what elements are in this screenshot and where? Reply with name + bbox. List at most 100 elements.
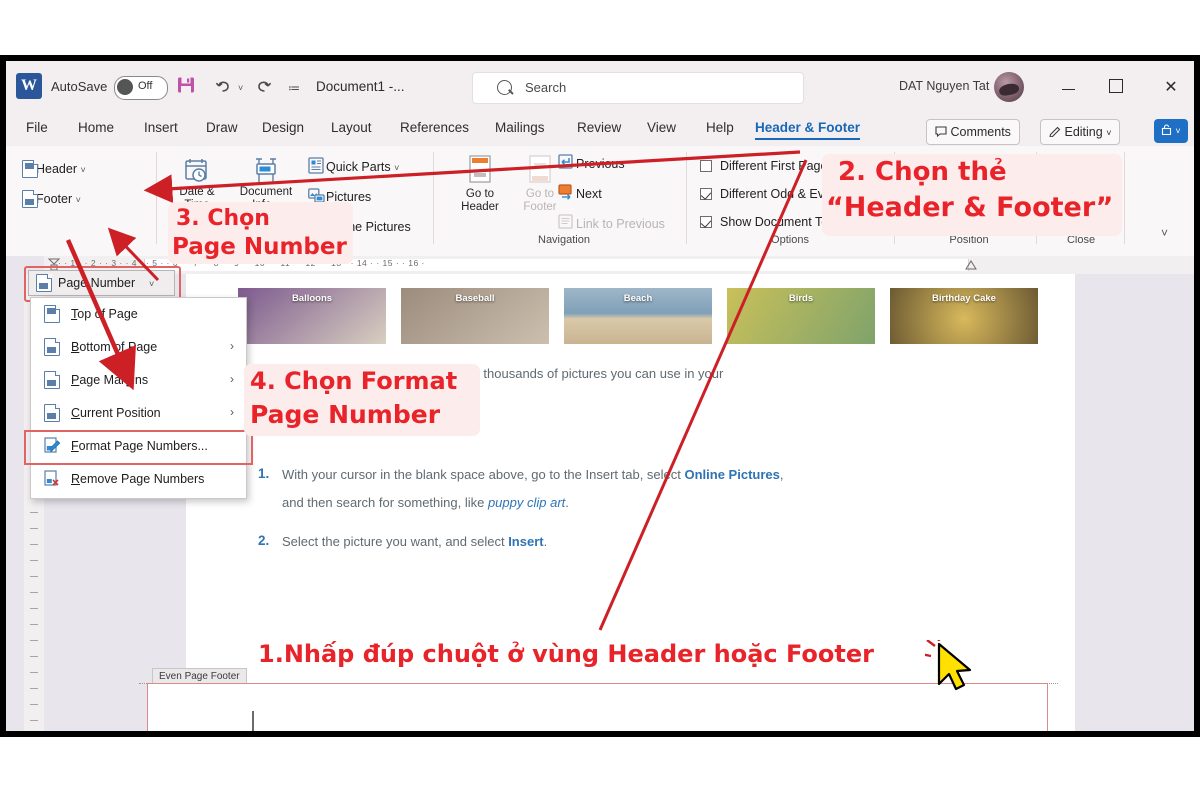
list-2-bold: Insert bbox=[508, 534, 544, 549]
undo-icon[interactable] bbox=[214, 77, 233, 101]
list-2-text-b: . bbox=[543, 534, 548, 549]
nav-next-button[interactable]: Next bbox=[558, 184, 602, 201]
menu-item-top-of-page[interactable]: TTop of Pageop of Page bbox=[31, 298, 246, 331]
save-icon[interactable] bbox=[176, 75, 196, 95]
quick-parts-caret-icon: ˅ bbox=[394, 163, 400, 173]
menu-label: Current Position bbox=[71, 406, 161, 420]
thumbnail-caption: Balloons bbox=[291, 293, 333, 304]
menu-item-remove-page-numbers[interactable]: Remove Page Numbers bbox=[31, 463, 246, 496]
menu-item-current-position[interactable]: Current Position › bbox=[31, 397, 246, 430]
search-input[interactable]: Search bbox=[472, 72, 804, 104]
menu-label: Remove Page Numbers bbox=[71, 472, 205, 486]
collapse-ribbon-icon[interactable]: ˅ bbox=[1161, 226, 1168, 240]
tab-home[interactable]: Home bbox=[78, 120, 114, 135]
list-item-2-line-1: Select the picture you want, and select … bbox=[282, 534, 547, 549]
tab-mailings[interactable]: Mailings bbox=[495, 120, 545, 135]
share-caret-icon: ˅ bbox=[1175, 126, 1181, 136]
nav-previous-button[interactable]: Previous bbox=[558, 154, 625, 171]
navigation-group-label: Navigation bbox=[538, 234, 590, 246]
list-1-bold: Online Pictures bbox=[684, 467, 780, 482]
go-to-header-button[interactable]: Go to Header bbox=[449, 154, 511, 214]
format-page-numbers-highlight bbox=[24, 430, 253, 465]
picture-thumbnail-row: Balloons Baseball Beach Birds Birthday C… bbox=[238, 288, 1038, 344]
close-button[interactable]: ✕ bbox=[1151, 75, 1191, 101]
thumbnail-birthday-cake[interactable]: Birthday Cake bbox=[890, 288, 1038, 344]
tab-view[interactable]: View bbox=[647, 120, 676, 135]
previous-label: Previous bbox=[576, 157, 625, 171]
tab-help[interactable]: Help bbox=[706, 120, 734, 135]
menu-item-page-margins[interactable]: Page Margins › bbox=[31, 364, 246, 397]
submenu-arrow-icon: › bbox=[230, 405, 234, 419]
autosave-label: AutoSave bbox=[51, 79, 108, 94]
thumbnail-caption: Birthday Cake bbox=[932, 293, 996, 304]
annotation-2-line-1: 2. Chọn thẻ bbox=[838, 157, 1007, 187]
tab-review[interactable]: Review bbox=[577, 120, 621, 135]
go-to-header-icon bbox=[469, 155, 491, 183]
page-number-menu[interactable]: TTop of Pageop of Page Bottom of Page › … bbox=[30, 297, 247, 499]
list-item-1-line-2: and then search for something, like pupp… bbox=[282, 495, 569, 510]
list-item-1-line-1: With your cursor in the blank space abov… bbox=[282, 467, 784, 482]
link-to-previous-button: Link to Previous bbox=[558, 214, 665, 231]
thumbnail-caption: Baseball bbox=[455, 293, 495, 304]
more-commands-icon[interactable]: ≔ bbox=[288, 81, 300, 95]
tab-design[interactable]: Design bbox=[262, 120, 304, 135]
different-first-page-checkbox[interactable] bbox=[700, 160, 712, 172]
annotation-3-line-1: 3. Chọn bbox=[176, 206, 270, 231]
show-document-text-checkbox[interactable] bbox=[700, 216, 712, 228]
tab-file[interactable]: File bbox=[26, 120, 48, 135]
thumbnail-balloons[interactable]: Balloons bbox=[238, 288, 386, 344]
comments-button[interactable]: Comments bbox=[926, 119, 1020, 145]
ribbon-quick-parts-button[interactable]: Quick Parts ˅ bbox=[308, 157, 400, 174]
annotation-3-line-2: Page Number bbox=[172, 234, 347, 260]
show-document-text-label: Show Document Text bbox=[720, 215, 838, 229]
tab-draw[interactable]: Draw bbox=[206, 120, 238, 135]
redo-icon[interactable] bbox=[254, 77, 273, 101]
tab-references[interactable]: References bbox=[400, 120, 469, 135]
quick-parts-icon bbox=[308, 157, 324, 175]
tab-insert[interactable]: Insert bbox=[144, 120, 178, 135]
autosave-toggle-knob bbox=[117, 79, 133, 95]
share-button[interactable]: ˅ bbox=[1154, 119, 1188, 143]
menu-item-bottom-of-page[interactable]: Bottom of Page › bbox=[31, 331, 246, 364]
text-caret bbox=[252, 711, 254, 731]
thumbnail-beach[interactable]: Beach bbox=[564, 288, 712, 344]
next-icon bbox=[558, 184, 574, 202]
tab-header-and-footer[interactable]: Header & Footer bbox=[755, 120, 861, 140]
submenu-arrow-icon: › bbox=[230, 339, 234, 353]
menu-label: Page Margins bbox=[71, 373, 149, 387]
search-placeholder: Search bbox=[525, 80, 567, 95]
word-logo-icon: W bbox=[16, 73, 42, 99]
top-of-page-icon bbox=[44, 305, 60, 323]
thumbnail-caption: Birds bbox=[788, 293, 814, 304]
ribbon-header-button[interactable]: Header ˅ bbox=[22, 160, 86, 178]
header-icon bbox=[22, 160, 38, 178]
minimize-button[interactable] bbox=[1048, 75, 1088, 101]
mouse-pointer-icon bbox=[925, 640, 972, 691]
annotation-4-line-2: Page Number bbox=[250, 400, 441, 429]
document-title[interactable]: Document1 -... bbox=[316, 79, 405, 94]
remove-page-numbers-icon bbox=[44, 470, 60, 488]
thumbnail-birds[interactable]: Birds bbox=[727, 288, 875, 344]
maximize-button[interactable] bbox=[1096, 75, 1136, 101]
editing-button[interactable]: Editing ˅ bbox=[1040, 119, 1121, 145]
thumbnail-baseball[interactable]: Baseball bbox=[401, 288, 549, 344]
list-item-2-number: 2. bbox=[258, 533, 270, 548]
list-2-text-a: Select the picture you want, and select bbox=[282, 534, 509, 549]
ribbon-footer-label: Footer bbox=[36, 192, 73, 206]
undo-caret-icon[interactable]: ˅ bbox=[238, 83, 243, 93]
footer-edit-region[interactable] bbox=[147, 683, 1048, 731]
date-time-icon bbox=[185, 159, 207, 182]
list-1-text-b: , bbox=[779, 467, 784, 482]
autosave-toggle[interactable]: Off bbox=[114, 76, 168, 100]
bottom-of-page-icon bbox=[44, 338, 60, 356]
user-name[interactable]: DAT Nguyen Tat bbox=[899, 79, 989, 93]
current-position-icon bbox=[44, 404, 60, 422]
different-odd-even-checkbox[interactable] bbox=[700, 188, 712, 200]
tab-layout[interactable]: Layout bbox=[331, 120, 372, 135]
annotation-4-line-1: 4. Chọn Format bbox=[250, 367, 458, 395]
avatar[interactable] bbox=[994, 72, 1024, 102]
different-first-page-label: Different First Page bbox=[720, 159, 828, 173]
ribbon-footer-button[interactable]: Footer ˅ bbox=[22, 190, 81, 208]
list-1-text-a: With your cursor in the blank space abov… bbox=[282, 467, 685, 482]
annotation-2-line-2: “Header & Footer” bbox=[826, 192, 1114, 223]
